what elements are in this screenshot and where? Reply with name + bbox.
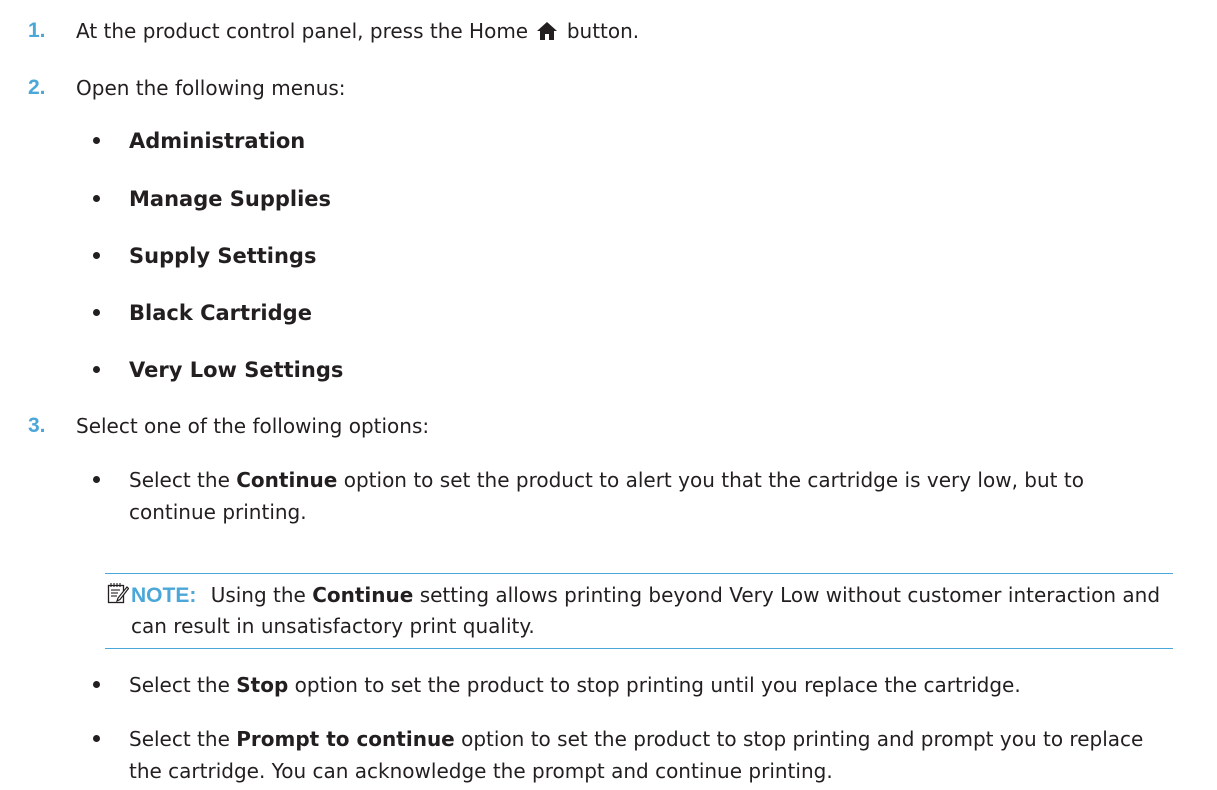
step-number: 2.: [28, 76, 46, 99]
bullet-icon: [93, 309, 100, 316]
step-text-after-icon: button.: [566, 19, 640, 43]
step-text: At the product control panel, press the …: [76, 18, 639, 44]
document-page: 1. At the product control panel, press t…: [0, 0, 1217, 790]
note-prefix: Using the: [210, 583, 306, 607]
note-label: NOTE:: [131, 584, 197, 607]
menu-label: Manage Supplies: [129, 187, 332, 211]
option-name: Continue: [236, 468, 338, 492]
note-setting: Continue: [312, 583, 414, 607]
menu-label: Very Low Settings: [129, 358, 344, 382]
option-text: Select the Stop option to set the produc…: [129, 669, 1169, 701]
option-prompt-to-continue: Select the Prompt to continue option to …: [93, 723, 1173, 787]
menu-label: Black Cartridge: [129, 301, 312, 325]
option-suffix: option to set the product to stop printi…: [294, 673, 1021, 697]
option-prefix: Select the: [129, 727, 230, 751]
option-prefix: Select the: [129, 673, 230, 697]
option-continue: Select the Continue option to set the pr…: [93, 464, 1173, 528]
bullet-icon: [93, 137, 100, 144]
home-icon: [537, 22, 558, 40]
step-text-before-icon: At the product control panel, press the …: [76, 19, 529, 43]
bullet-icon: [93, 195, 100, 202]
step-text: Select one of the following options:: [76, 414, 430, 438]
menu-label: Supply Settings: [129, 244, 317, 268]
bullet-icon: [93, 681, 100, 688]
note-icon: [107, 583, 129, 604]
bullet-icon: [93, 366, 100, 373]
step-number: 1.: [28, 19, 46, 42]
option-name: Stop: [236, 673, 289, 697]
note-box: NOTE: Using the Continue setting allows …: [105, 573, 1173, 649]
option-prefix: Select the: [129, 468, 230, 492]
menu-label: Administration: [129, 129, 306, 153]
option-text: Select the Continue option to set the pr…: [129, 464, 1169, 528]
bullet-icon: [93, 735, 100, 742]
option-name: Prompt to continue: [236, 727, 455, 751]
note-body: NOTE: Using the Continue setting allows …: [131, 580, 1173, 642]
step-text: Open the following menus:: [76, 76, 346, 100]
step-number: 3.: [28, 414, 46, 437]
option-text: Select the Prompt to continue option to …: [129, 723, 1169, 787]
bullet-icon: [93, 476, 100, 483]
option-stop: Select the Stop option to set the produc…: [93, 669, 1173, 701]
bullet-icon: [93, 252, 100, 259]
